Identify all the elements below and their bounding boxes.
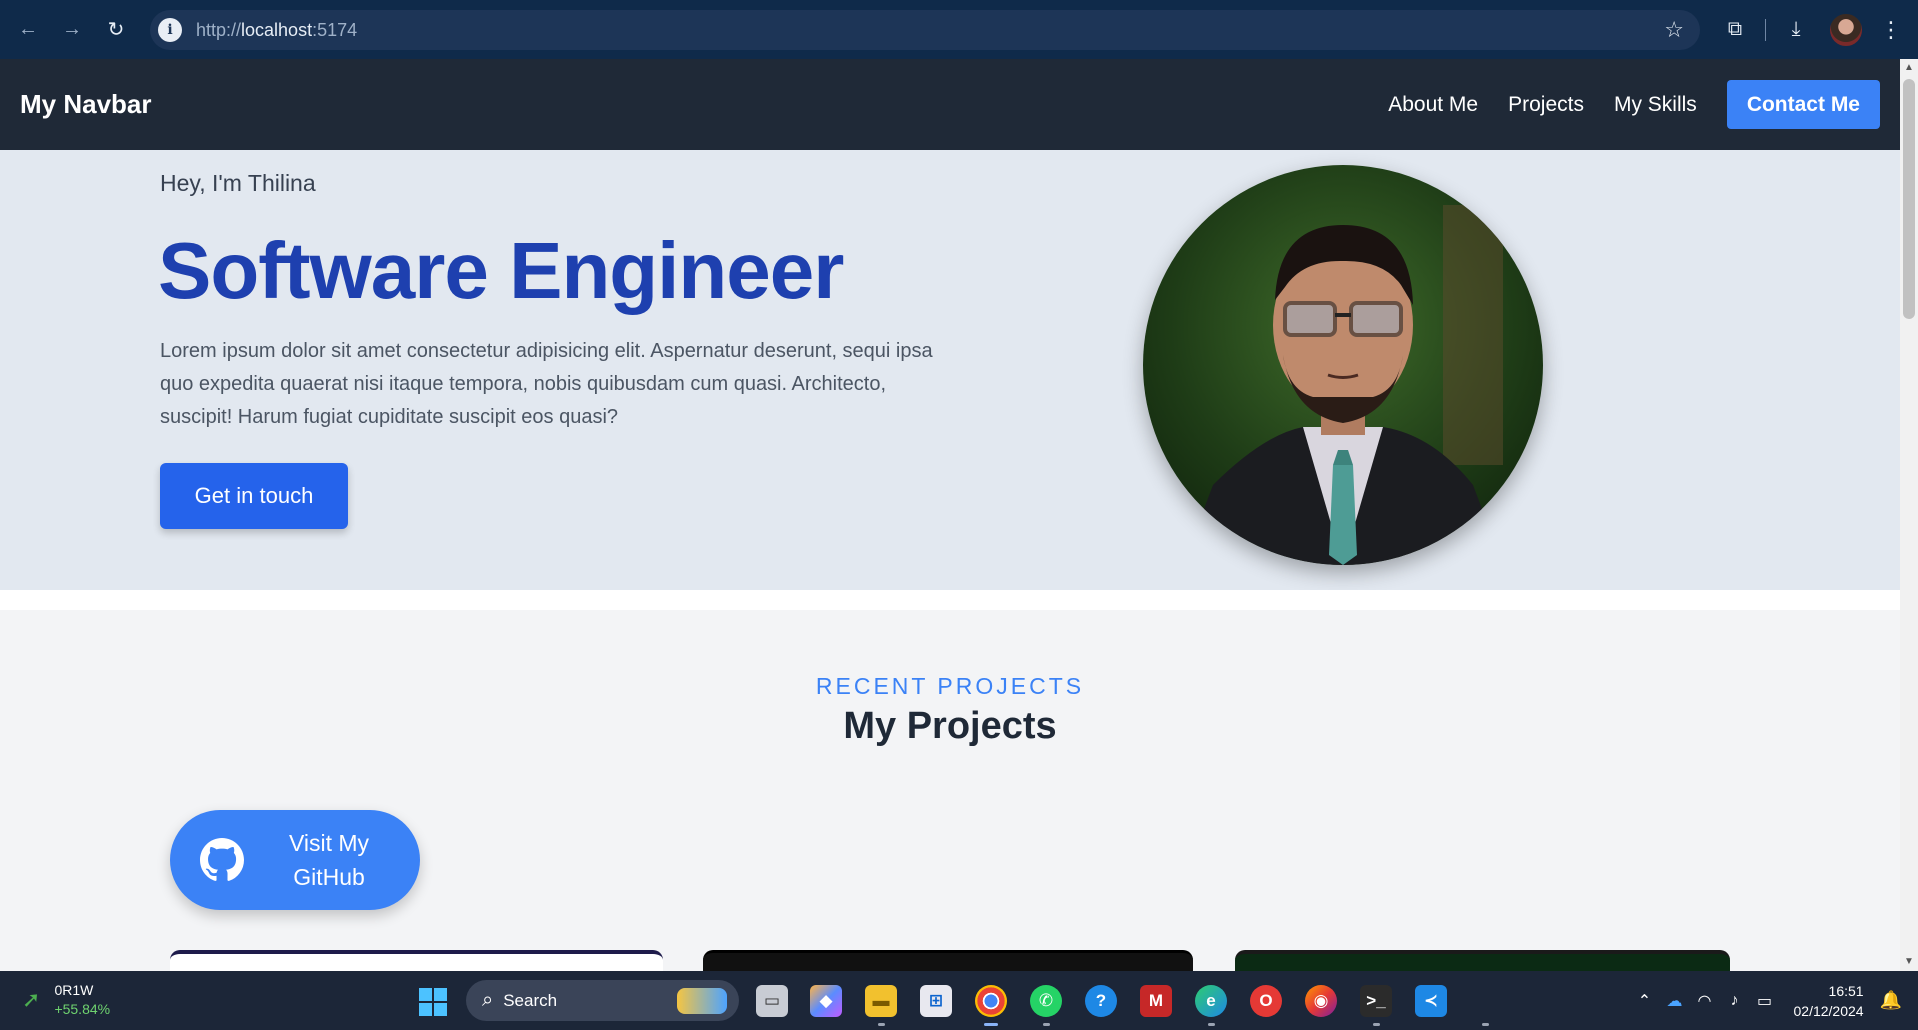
wifi-icon[interactable]: ◠ [1690, 991, 1720, 1011]
help-icon[interactable]: ? [1085, 985, 1117, 1017]
battery-icon[interactable]: ▭ [1750, 991, 1780, 1011]
taskbar: ➚ 0R1W +55.84% ⌕ Search ▭ ◆ ▬ ⊞ ✆ ? M e … [0, 971, 1918, 1030]
clock-date: 02/12/2024 [1793, 1002, 1864, 1019]
address-bar[interactable]: i http://localhost:5174 ☆ [150, 10, 1700, 50]
reload-icon[interactable]: ↻ [102, 16, 130, 44]
nav-link-skills[interactable]: My Skills [1614, 93, 1697, 117]
forward-arrow-icon[interactable]: → [58, 16, 86, 44]
onedrive-icon[interactable]: ☁ [1660, 991, 1690, 1011]
hero-greeting: Hey, I'm Thilina [160, 170, 316, 196]
visit-github-button[interactable]: Visit My GitHub [170, 810, 420, 910]
hero-title: Software Engineer [158, 226, 844, 315]
trend-up-icon: ➚ [22, 987, 41, 1012]
profile-portrait [1143, 165, 1543, 565]
edge-indicator [1208, 1023, 1215, 1026]
url-text[interactable]: http://localhost:5174 [196, 20, 357, 41]
opera-icon[interactable]: O [1250, 985, 1282, 1017]
whatsapp-icon[interactable]: ✆ [1030, 985, 1062, 1017]
project-card-2[interactable] [703, 950, 1193, 971]
stock-text: 0R1W +55.84% [54, 981, 110, 1019]
windows-start-icon[interactable] [419, 988, 447, 1016]
scrollbar-thumb[interactable] [1903, 79, 1915, 319]
file-explorer-indicator [878, 1023, 885, 1026]
hero-description: Lorem ipsum dolor sit amet consectetur a… [160, 340, 933, 428]
get-in-touch-button[interactable]: Get in touch [160, 463, 348, 529]
scroll-up-arrow-icon[interactable]: ▲ [1900, 59, 1918, 77]
chrome-icon[interactable] [975, 985, 1007, 1017]
chrome-active-indicator [984, 1023, 998, 1026]
taskbar-search[interactable]: ⌕ Search [466, 980, 739, 1021]
volume-icon[interactable]: ♪ [1720, 992, 1750, 1010]
microsoft-store-icon[interactable]: ⊞ [920, 985, 952, 1017]
search-label: Search [503, 990, 558, 1010]
scroll-down-arrow-icon[interactable]: ▼ [1900, 953, 1918, 971]
site-navbar: My Navbar About Me Projects My Skills Co… [0, 59, 1900, 150]
search-icon: ⌕ [482, 989, 494, 1011]
task-view-icon[interactable]: ▭ [756, 985, 788, 1017]
extensions-icon[interactable]: ⧉ [1715, 10, 1755, 50]
edge-icon[interactable]: e [1195, 985, 1227, 1017]
project-card-1[interactable] [170, 950, 663, 971]
projects-section: RECENT PROJECTS My Projects Visit My Git… [0, 610, 1900, 971]
browser-actions: ⧉ ⤓ ⋮ [1715, 0, 1918, 59]
profile-avatar[interactable] [1828, 11, 1864, 48]
page-scrollbar[interactable]: ▲ ▼ [1900, 59, 1918, 971]
projects-eyebrow: RECENT PROJECTS [815, 673, 1085, 699]
url-host: localhost [241, 19, 313, 40]
hero-section: Hey, I'm Thilina Software Engineer Lorem… [0, 150, 1900, 590]
browser-toolbar: ← → ↻ i http://localhost:5174 ☆ ⧉ ⤓ ⋮ [0, 0, 1918, 59]
nav-links: About Me Projects My Skills Contact Me [1358, 59, 1880, 150]
site-info-icon[interactable]: i [158, 18, 182, 42]
notification-bell-icon[interactable]: 🔔 [1880, 990, 1902, 1011]
projects-title: My Projects [843, 705, 1057, 747]
nav-link-about[interactable]: About Me [1388, 93, 1478, 117]
clock[interactable]: 16:51 02/12/2024 [1794, 981, 1864, 1021]
terminal-icon[interactable]: >_ [1360, 985, 1392, 1017]
file-explorer-icon[interactable]: ▬ [865, 985, 897, 1017]
portrait-illustration [1143, 165, 1543, 565]
project-card-3[interactable] [1235, 950, 1730, 971]
stock-widget[interactable]: ➚ 0R1W +55.84% [22, 981, 110, 1019]
section-divider [0, 590, 1900, 610]
search-highlight-icon [677, 988, 727, 1014]
extra-app-indicator [1482, 1023, 1489, 1026]
back-arrow-icon[interactable]: ← [14, 16, 42, 44]
system-tray: ⌃ ☁ ◠ ♪ ▭ 16:51 02/12/2024 🔔 [1630, 971, 1918, 1030]
whatsapp-indicator [1043, 1023, 1050, 1026]
download-icon[interactable]: ⤓ [1776, 10, 1816, 50]
contact-me-button[interactable]: Contact Me [1726, 80, 1880, 129]
github-icon [200, 838, 244, 881]
chevron-up-icon[interactable]: ⌃ [1630, 991, 1660, 1011]
navbar-brand[interactable]: My Navbar [20, 89, 152, 120]
firefox-icon[interactable]: ◉ [1305, 985, 1337, 1017]
copilot-icon[interactable]: ◆ [810, 985, 842, 1017]
url-scheme: http:// [196, 19, 242, 40]
mcafee-icon[interactable]: M [1140, 985, 1172, 1017]
github-button-label: Visit My GitHub [288, 830, 370, 890]
toolbar-divider [1765, 18, 1766, 41]
terminal-indicator [1373, 1023, 1380, 1026]
bookmark-star-icon[interactable]: ☆ [1664, 17, 1684, 43]
stock-name: 0R1W [54, 982, 94, 998]
vscode-icon[interactable]: ≺ [1415, 985, 1447, 1017]
stock-change: +55.84% [54, 1001, 111, 1017]
nav-link-projects[interactable]: Projects [1508, 93, 1584, 117]
browser-menu-icon[interactable]: ⋮ [1876, 17, 1906, 43]
url-port: :5174 [312, 19, 358, 40]
clock-time: 16:51 [1828, 982, 1864, 999]
